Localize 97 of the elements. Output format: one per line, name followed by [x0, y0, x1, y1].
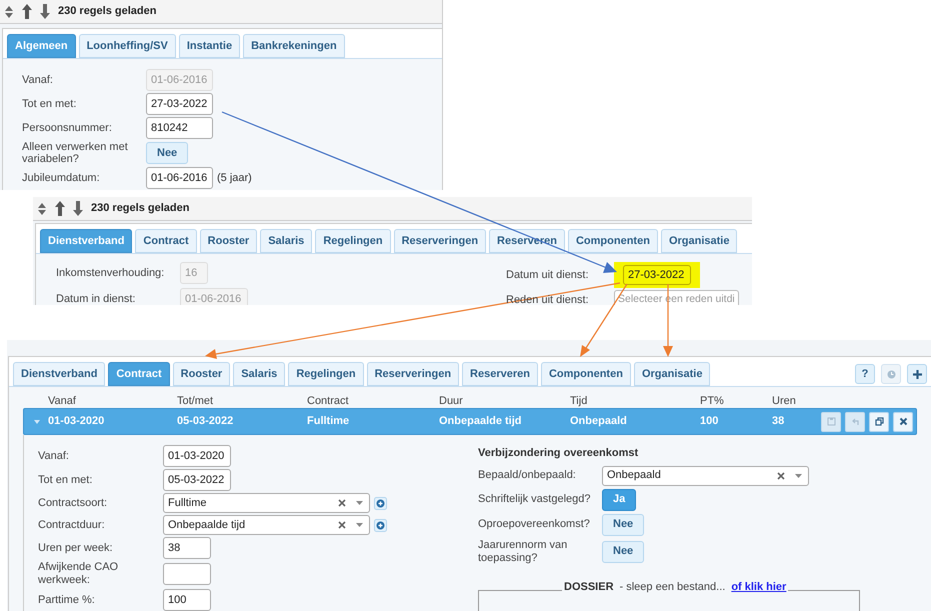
dropdown-icon[interactable]: [356, 523, 363, 527]
table-cell-text: Fulltime: [307, 414, 350, 430]
upload-link[interactable]: of klik hier: [731, 580, 786, 594]
input-field[interactable]: 810242: [146, 117, 213, 139]
input-field[interactable]: [163, 563, 211, 585]
clear-icon[interactable]: [777, 472, 785, 480]
input-field[interactable]: 38: [163, 537, 211, 559]
field-label: Contractduur:: [38, 518, 106, 532]
column-header: Tot/met: [177, 394, 214, 409]
toggle-button[interactable]: Nee: [146, 142, 188, 164]
dropdown-icon[interactable]: [795, 474, 802, 478]
plus-icon: [912, 370, 922, 378]
status-text: 230 regels geladen: [58, 4, 156, 20]
input-field[interactable]: 01-06-2016: [146, 167, 213, 189]
column-header: Contract: [307, 394, 350, 409]
field-label: Alleen verwerken met variabelen?: [22, 141, 129, 165]
field-label: Schriftelijk vastgelegd?: [478, 493, 592, 506]
field-label: Datum uit dienst:: [506, 268, 590, 283]
tab[interactable]: Reserveringen: [394, 229, 486, 253]
tab[interactable]: Reserveringen: [366, 362, 460, 386]
toggle-button[interactable]: Nee: [602, 514, 644, 536]
table-cell-text: 01-03-2020: [48, 414, 106, 430]
tab[interactable]: Contract: [135, 229, 197, 253]
clear-icon[interactable]: [338, 521, 346, 529]
field-label: Inkomstenverhouding:: [56, 266, 166, 281]
tab[interactable]: Organisatie: [660, 229, 738, 253]
field-label: Uren per week:: [38, 542, 114, 554]
plus-button[interactable]: [907, 364, 927, 384]
tab[interactable]: Reserveren: [462, 362, 538, 386]
arrow-down-icon[interactable]: [73, 201, 83, 216]
tab[interactable]: Componenten: [568, 229, 658, 253]
input-field[interactable]: 01-03-2020: [163, 445, 231, 467]
select-field[interactable]: Fulltime: [163, 493, 370, 513]
delete-button[interactable]: [893, 412, 913, 432]
column-header: PT%: [700, 394, 725, 409]
column-header: Duur: [439, 394, 464, 409]
tab[interactable]: Rooster: [172, 362, 230, 386]
input-field[interactable]: 27-03-2022: [146, 93, 213, 115]
arrow-down-icon[interactable]: [40, 4, 50, 19]
field-label: Oproepovereenkomst?: [478, 518, 591, 531]
field-label: Vanaf:: [38, 450, 70, 462]
add-icon[interactable]: [374, 518, 387, 532]
field-label: Parttime %:: [38, 594, 96, 606]
column-header: Tijd: [570, 394, 588, 409]
column-header: Uren: [772, 394, 797, 409]
status-text: 230 regels geladen: [91, 201, 190, 216]
dropdown-icon[interactable]: [356, 501, 363, 505]
tab[interactable]: Organisatie: [634, 362, 710, 386]
field-label: Afwijkende CAO werkweek:: [38, 561, 120, 587]
help-button[interactable]: ?: [855, 364, 875, 384]
delete-icon: [898, 417, 908, 426]
section-title: Verbijzondering overeenkomst: [478, 446, 640, 461]
select-field[interactable]: Onbepaald: [602, 466, 809, 486]
field-label: Persoonsnummer:: [22, 122, 113, 134]
tab[interactable]: Salaris: [260, 229, 312, 253]
save-icon: [826, 417, 836, 426]
table-cell-text: 38: [772, 414, 786, 430]
field-label: Tot en met:: [38, 474, 94, 486]
select-field[interactable]: Onbepaalde tijd: [163, 515, 370, 535]
arrow-up-icon[interactable]: [55, 201, 65, 216]
clock-icon: [886, 370, 896, 378]
clear-icon[interactable]: [338, 499, 346, 507]
input-field[interactable]: 05-03-2022: [163, 469, 231, 491]
input-field[interactable]: 27-03-2022: [623, 265, 691, 285]
dossier-title: DOSSIER: [564, 580, 614, 594]
tab[interactable]: Componenten: [540, 362, 631, 386]
column-header: Vanaf: [48, 394, 77, 409]
table-cell-text: 100: [700, 414, 720, 430]
tab[interactable]: Loonheffing/SV: [78, 34, 176, 58]
add-icon[interactable]: [374, 496, 387, 510]
tab[interactable]: Instantie: [178, 34, 240, 58]
field-label: Jubileumdatum:: [22, 172, 101, 184]
field-label: Contractsoort:: [38, 496, 108, 510]
field-label: Jaarurennorm van toepassing?: [478, 538, 568, 564]
field-label: Datum in dienst:: [56, 292, 136, 305]
dossier-hint: - sleep een bestand...: [620, 580, 726, 594]
table-cell-text: Onbepaalde tijd: [439, 414, 523, 430]
tab[interactable]: Regelingen: [315, 229, 391, 253]
table-cell-text: Onbepaald: [570, 414, 628, 430]
tab[interactable]: Regelingen: [288, 362, 364, 386]
arrow-up-icon[interactable]: [22, 4, 32, 19]
sort-icon[interactable]: [37, 202, 47, 216]
copy-icon: [874, 417, 884, 426]
tab[interactable]: Rooster: [200, 229, 258, 253]
duration-text: (5 jaar): [217, 170, 252, 186]
field-label: Tot en met:: [22, 98, 78, 110]
tab[interactable]: Bankrekeningen: [243, 34, 345, 58]
tab[interactable]: Salaris: [233, 362, 286, 386]
input-field[interactable]: 100: [163, 589, 211, 611]
copy-button[interactable]: [869, 412, 889, 432]
table-cell-text: 05-03-2022: [177, 414, 234, 430]
sort-icon[interactable]: [4, 4, 14, 18]
toggle-button[interactable]: Nee: [602, 540, 644, 562]
field-label: Bepaald/onbepaald:: [478, 469, 577, 482]
tab[interactable]: Dienstverband: [13, 362, 106, 386]
undo-icon: [850, 417, 860, 426]
field-label: Vanaf:: [22, 74, 54, 86]
